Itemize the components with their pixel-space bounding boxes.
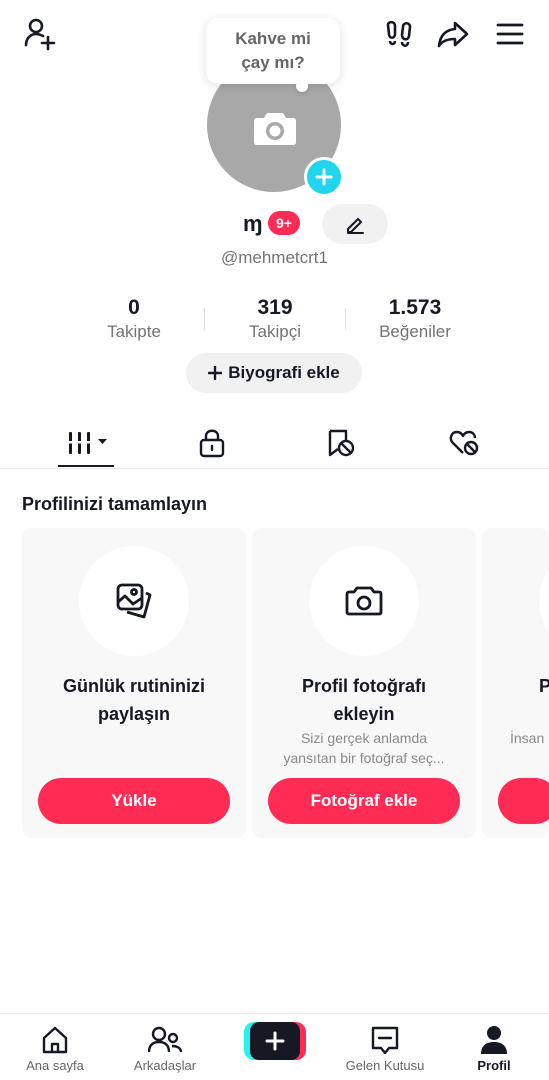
card-title-line-2: ekleyin <box>333 704 395 724</box>
nav-home-label: Ana sayfa <box>26 1058 84 1073</box>
add-bio-label: Biyografi ekle <box>228 363 340 382</box>
tab-private[interactable] <box>143 418 280 468</box>
hamburger-menu-icon <box>496 23 524 45</box>
profile-icon <box>481 1026 507 1054</box>
notification-badge[interactable]: 9+ <box>268 211 300 235</box>
bubble-tail <box>296 80 308 92</box>
active-tab-indicator <box>58 465 114 467</box>
bookmark-hidden-icon <box>328 429 354 457</box>
stat-following[interactable]: 0 Takipte <box>64 296 204 342</box>
avatar-prompt-bubble[interactable]: Kahve mi çay mı? <box>206 18 340 84</box>
tab-favorites[interactable] <box>272 418 409 468</box>
stat-followers-value: 319 <box>257 296 293 319</box>
create-button[interactable] <box>244 1022 306 1060</box>
share-arrow-icon <box>437 21 469 48</box>
stat-likes-label: Beğeniler <box>379 322 451 341</box>
card-title-line-1: Günlük rutininizi <box>63 676 205 696</box>
card-desc-line-1: Sizi gerçek anlamda <box>300 730 428 746</box>
suggestion-card-routine[interactable]: Günlük rutininizi paylaşın Yükle <box>22 528 246 838</box>
menu-button[interactable] <box>494 18 526 50</box>
display-name: ɱ <box>243 211 263 236</box>
edit-profile-button[interactable] <box>322 204 388 244</box>
plus-icon <box>315 168 333 186</box>
card-title-line-1: Profil fotoğrafı <box>302 676 426 696</box>
card-title: Günlük rutininizi paylaşın <box>22 672 246 728</box>
suggestion-card-photo[interactable]: Profil fotoğrafı ekleyin Sizi gerçek anl… <box>252 528 476 838</box>
add-friend-button[interactable] <box>22 16 58 52</box>
tab-liked[interactable] <box>396 418 533 468</box>
plus-icon <box>265 1031 285 1051</box>
nav-inbox-label: Gelen Kutusu <box>345 1058 425 1073</box>
nav-inbox[interactable]: Gelen Kutusu <box>330 1014 440 1080</box>
camera-icon <box>254 113 296 145</box>
card-action-button[interactable] <box>498 778 549 824</box>
card-description: Sizi gerçek anlamda yansıtan bir fotoğra… <box>252 728 476 768</box>
inbox-icon <box>371 1026 399 1055</box>
stat-followers[interactable]: 319 Takipçi <box>205 296 345 342</box>
stat-likes-value: 1.573 <box>388 296 442 319</box>
tab-videos[interactable] <box>18 418 155 468</box>
videos-grid-icon <box>64 432 107 454</box>
tabs-divider <box>0 468 549 469</box>
plus-icon <box>208 366 223 380</box>
nav-profile-label: Profil <box>477 1058 511 1073</box>
card-title: Profil fotoğrafı ekleyin <box>252 672 476 728</box>
photos-icon <box>116 583 152 619</box>
bubble-line-1: Kahve mi <box>235 29 311 48</box>
stat-followers-label: Takipçi <box>249 322 301 341</box>
suggestion-card-partial[interactable]: Pr İnsan <box>482 528 549 838</box>
stat-following-label: Takipte <box>107 322 161 341</box>
camera-icon <box>345 586 383 616</box>
share-button[interactable] <box>436 18 470 50</box>
bubble-line-2: çay mı? <box>241 53 305 72</box>
home-icon <box>42 1026 68 1054</box>
card-icon-circle <box>79 546 189 656</box>
pencil-icon <box>347 218 364 234</box>
card-description: İnsan <box>510 730 545 746</box>
card-desc-line-2: yansıtan bir fotoğraf seç... <box>283 750 445 766</box>
complete-profile-title: Profilinizi tamamlayın <box>22 494 208 514</box>
liked-hidden-icon <box>449 430 478 456</box>
add-bio-button[interactable]: Biyografi ekle <box>186 353 362 393</box>
lock-icon <box>199 429 224 458</box>
stat-likes[interactable]: 1.573 Beğeniler <box>345 296 485 342</box>
footprints-icon <box>386 20 412 48</box>
nav-friends-label: Arkadaşlar <box>133 1058 197 1073</box>
stat-following-value: 0 <box>128 296 140 319</box>
add-avatar-button[interactable] <box>304 157 344 197</box>
card-icon-circle <box>539 546 549 656</box>
card-icon-circle <box>309 546 419 656</box>
footprints-button[interactable] <box>384 18 414 50</box>
person-plus-icon <box>24 18 56 51</box>
card-title-line-2: paylaşın <box>97 704 171 724</box>
nav-friends[interactable]: Arkadaşlar <box>110 1014 220 1080</box>
add-photo-button[interactable]: Fotoğraf ekle <box>268 778 460 824</box>
friends-icon <box>148 1026 182 1053</box>
card-title: Pr <box>539 676 549 696</box>
nav-home[interactable]: Ana sayfa <box>0 1014 110 1080</box>
nav-profile[interactable]: Profil <box>439 1014 549 1080</box>
username-handle: @mehmetcrt1 <box>220 248 328 267</box>
upload-button[interactable]: Yükle <box>38 778 230 824</box>
